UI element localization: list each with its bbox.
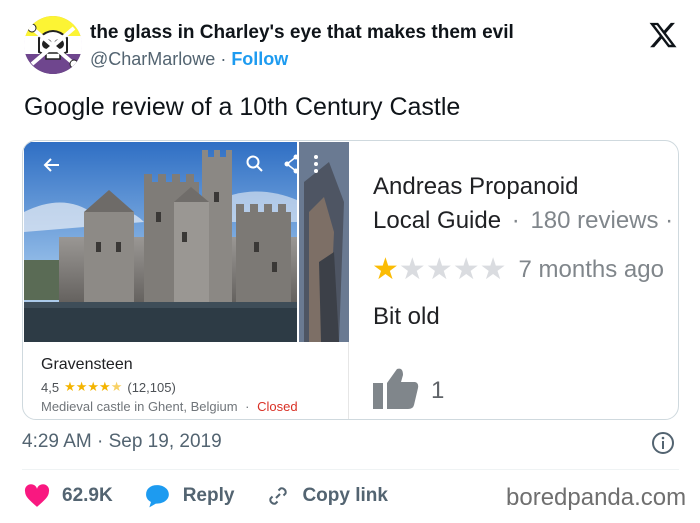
review-text: Bit old — [373, 303, 440, 330]
reply-label: Reply — [182, 485, 235, 506]
local-guide-badge: Local Guide — [373, 207, 502, 234]
reply-button[interactable]: Reply — [145, 484, 235, 508]
like-count: 62.9K — [62, 485, 113, 506]
divider — [22, 469, 679, 470]
reviewer-review-count: 180 reviews · — [530, 207, 674, 234]
x-logo-icon[interactable] — [648, 20, 678, 50]
info-icon[interactable] — [651, 431, 675, 455]
place-rating: 4,5 — [41, 379, 60, 395]
heart-icon — [24, 484, 50, 507]
watermark: boredpanda.com — [506, 484, 687, 511]
handle[interactable]: @CharMarlowe — [90, 49, 215, 69]
place-description: Medieval castle in Ghent, Belgium — [41, 399, 238, 414]
place-info[interactable]: Gravensteen 4,5 ★★★★★ (12,105) Medieval … — [24, 342, 349, 419]
tweet-timestamp[interactable]: 4:29 AM · Sep 19, 2019 — [22, 431, 222, 453]
castle-photo-secondary[interactable] — [299, 142, 349, 342]
place-stars: ★★★★★ — [64, 379, 123, 394]
copy-link-label: Copy link — [302, 485, 388, 506]
copy-link-button[interactable]: Copy link — [266, 484, 388, 508]
tweet-actions: 62.9K Reply Copy link — [24, 483, 388, 509]
tweet-text: Google review of a 10th Century Castle — [24, 93, 461, 121]
review-stars-row: ★ ★ ★ ★ ★ 7 months ago — [372, 255, 664, 285]
display-name[interactable]: the glass in Charley's eye that makes th… — [90, 22, 514, 44]
more-vertical-icon[interactable] — [313, 154, 319, 174]
follow-button[interactable]: Follow — [231, 49, 288, 69]
place-review-count[interactable]: (12,105) — [127, 380, 175, 395]
link-icon — [269, 487, 288, 505]
castle-photo[interactable] — [24, 142, 297, 342]
status-badge: Closed — [257, 399, 298, 414]
arrow-left-icon[interactable] — [42, 155, 62, 175]
star-3-icon: ★ — [425, 253, 453, 286]
star-5-icon: ★ — [479, 253, 507, 286]
separator-dot: · — [220, 49, 227, 69]
place-name[interactable]: Gravensteen — [41, 356, 133, 374]
thumbs-up-icon[interactable] — [373, 367, 419, 409]
place-rating-row: 4,5 ★★★★★ (12,105) — [41, 379, 176, 395]
like-button[interactable]: 62.9K — [24, 484, 113, 508]
star-1-icon: ★ — [372, 253, 399, 286]
search-icon[interactable] — [245, 154, 265, 174]
place-description-row: Medieval castle in Ghent, Belgium · Clos… — [41, 399, 298, 414]
review-time: 7 months ago — [518, 256, 664, 283]
separator-dot: · — [245, 399, 250, 414]
handle-row: @CharMarlowe · Follow — [90, 49, 288, 70]
star-2-icon: ★ — [398, 253, 426, 286]
review-like-count: 1 — [431, 377, 445, 404]
speech-bubble-icon — [145, 485, 169, 508]
avatar[interactable] — [24, 16, 82, 74]
share-icon[interactable] — [284, 154, 297, 174]
review-screenshot-card[interactable]: Gravensteen 4,5 ★★★★★ (12,105) Medieval … — [22, 140, 679, 420]
reviewer-meta: Local Guide · 180 reviews · — [373, 207, 673, 235]
separator-dot: · — [511, 207, 520, 234]
reviewer-name[interactable]: Andreas Propanoid — [373, 173, 578, 201]
star-4-icon: ★ — [452, 253, 480, 286]
